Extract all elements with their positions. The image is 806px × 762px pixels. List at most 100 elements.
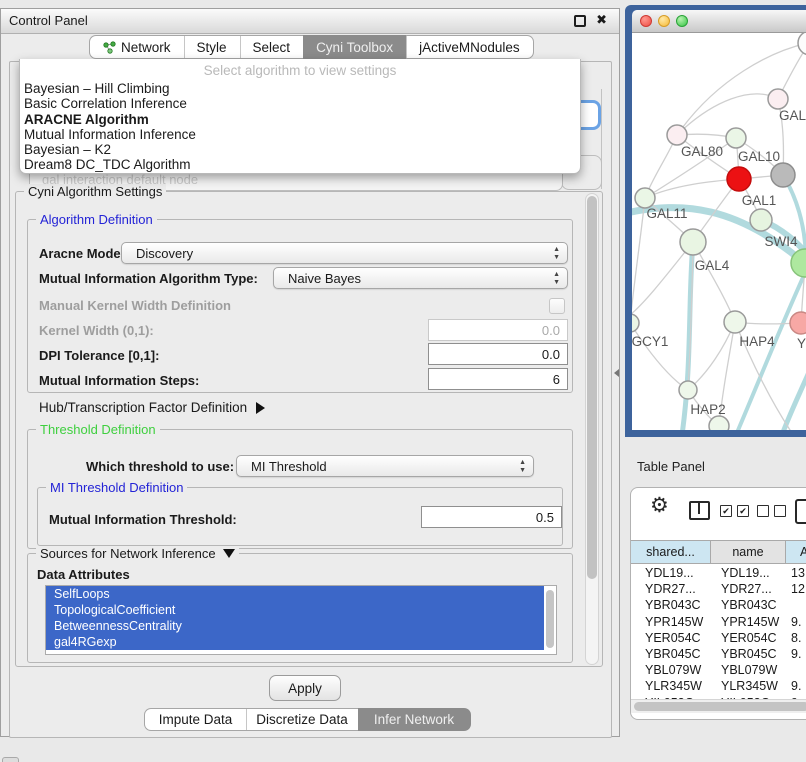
new-table-icon[interactable] <box>795 499 806 524</box>
dropdown-item[interactable]: ARACNE Algorithm <box>20 112 580 127</box>
table-cell <box>786 597 806 613</box>
network-node[interactable] <box>726 128 746 148</box>
tab-cyni-toolbox-label: Cyni Toolbox <box>316 40 393 55</box>
network-canvas[interactable]: GALGAL80GAL10GAL1GAL11SWI4GAL4GCY1HAP4YH… <box>632 33 806 430</box>
network-node[interactable] <box>632 314 639 332</box>
float-window-icon[interactable] <box>574 15 586 27</box>
dropdown-item[interactable]: Mutual Information Inference <box>20 127 580 142</box>
node-label: GAL11 <box>646 206 687 221</box>
network-window: GALGAL80GAL10GAL1GAL11SWI4GAL4GCY1HAP4YH… <box>625 5 806 437</box>
table-cell: 9. <box>786 678 806 694</box>
table-row[interactable]: YPR145WYPR145W9. <box>631 614 806 630</box>
horizontal-scrollbar[interactable] <box>631 699 806 713</box>
scrollbar-thumb[interactable] <box>634 702 806 711</box>
dropdown-item[interactable]: Bayesian – K2 <box>20 142 580 157</box>
select-all-columns-icon[interactable]: ✔ ✔ <box>720 505 749 517</box>
aracne-mode-label: Aracne Mode: <box>39 246 125 261</box>
mi-threshold-value: 0.5 <box>536 510 554 525</box>
panel-title: Control Panel <box>9 13 88 28</box>
mi-steps-value: 6 <box>553 372 560 387</box>
close-icon[interactable]: ✖ <box>596 12 607 28</box>
kernel-width-field[interactable]: 0.0 <box>428 319 568 341</box>
table-cell: YBR043C <box>711 597 786 613</box>
table-cell: 9. <box>786 614 806 630</box>
manual-kernel-checkbox[interactable] <box>549 298 565 314</box>
network-node[interactable] <box>768 89 788 109</box>
close-window-icon[interactable] <box>640 15 652 27</box>
table-row[interactable]: YBR043CYBR043C <box>631 597 806 613</box>
table-cell: YDR27... <box>711 581 786 597</box>
network-node[interactable] <box>798 33 806 55</box>
column-header-name[interactable]: name <box>711 541 786 563</box>
deselect-all-columns-icon[interactable] <box>757 505 786 517</box>
which-threshold-combo[interactable]: MI Threshold ▲▼ <box>236 455 534 477</box>
apply-button[interactable]: Apply <box>269 675 341 701</box>
column-header-shared-name[interactable]: shared... <box>631 541 711 563</box>
network-node[interactable] <box>790 312 806 334</box>
network-node[interactable] <box>771 163 795 187</box>
attribute-item[interactable]: gal4RGexp <box>46 634 544 650</box>
tab-style[interactable]: Style <box>184 35 240 59</box>
table-row[interactable]: YBR045CYBR045C9. <box>631 646 806 662</box>
network-node[interactable] <box>709 416 729 430</box>
network-window-titlebar[interactable] <box>632 10 806 33</box>
table-row[interactable]: YDR27...YDR27...12 <box>631 581 806 597</box>
table-cell: YER054C <box>631 630 711 646</box>
dropdown-item[interactable]: Dream8 DC_TDC Algorithm <box>20 157 580 172</box>
aracne-mode-combo[interactable]: Discovery ▲▼ <box>121 242 568 264</box>
tab-jactivemnodules[interactable]: jActiveMNodules <box>406 35 534 59</box>
data-attributes-list[interactable]: SelfLoopsTopologicalCoefficientBetweenne… <box>45 585 557 655</box>
mi-threshold-title-text: MI Threshold Definition <box>50 480 183 495</box>
control-panel-titlebar: Control Panel ✖ <box>1 9 619 34</box>
zoom-window-icon[interactable] <box>676 15 688 27</box>
scrollbar-thumb[interactable] <box>587 196 597 579</box>
dropdown-item[interactable]: Basic Correlation Inference <box>20 96 580 111</box>
network-node[interactable] <box>750 209 772 231</box>
gear-icon[interactable]: ⚙ <box>650 493 669 518</box>
hub-definition-toggle[interactable]: Hub/Transcription Factor Definition <box>39 400 265 415</box>
tab-infer-network[interactable]: Infer Network <box>358 708 471 731</box>
mi-type-combo[interactable]: Naive Bayes ▲▼ <box>273 267 568 289</box>
table-panel-title: Table Panel <box>637 459 705 474</box>
network-node[interactable] <box>680 229 706 255</box>
split-columns-icon[interactable] <box>689 501 710 520</box>
list-scrollbar-thumb[interactable] <box>546 590 554 648</box>
column-header-partial[interactable]: A <box>786 541 806 563</box>
tab-cyni-toolbox[interactable]: Cyni Toolbox <box>303 35 406 59</box>
stepper-arrows-icon: ▲▼ <box>519 459 526 475</box>
network-node[interactable] <box>635 188 655 208</box>
tab-select[interactable]: Select <box>240 35 304 59</box>
attribute-item[interactable]: SelfLoops <box>46 586 544 602</box>
network-node[interactable] <box>727 167 751 191</box>
table-cell: YLR345W <box>631 678 711 694</box>
tab-impute-data[interactable]: Impute Data <box>144 708 246 731</box>
table-row[interactable]: YDL19...YDL19...13 <box>631 565 806 581</box>
dpi-tolerance-field[interactable]: 0.0 <box>428 343 568 365</box>
screen: Control Panel ✖ Network Style Select <box>0 0 806 762</box>
dropdown-item[interactable]: Bayesian – Hill Climbing <box>20 81 580 96</box>
expanded-arrow-icon[interactable] <box>223 549 235 558</box>
settings-vertical-scrollbar[interactable] <box>585 193 599 665</box>
attribute-item[interactable]: TopologicalCoefficient <box>46 602 544 618</box>
network-node[interactable] <box>667 125 687 145</box>
divider-collapse-arrow[interactable] <box>614 369 619 377</box>
algorithm-definition-title: Algorithm Definition <box>36 212 157 227</box>
network-node[interactable] <box>679 381 697 399</box>
algorithm-definition-title-text: Algorithm Definition <box>40 212 153 227</box>
attribute-item[interactable]: BetweennessCentrality <box>46 618 544 634</box>
table-row[interactable]: YLR345WYLR345W9. <box>631 678 806 694</box>
node-label: GAL1 <box>742 193 777 208</box>
mi-threshold-field[interactable]: 0.5 <box>421 506 562 528</box>
node-label: SWI4 <box>764 234 797 249</box>
hub-definition-label: Hub/Transcription Factor Definition <box>39 400 247 415</box>
tab-discretize-data[interactable]: Discretize Data <box>246 708 358 731</box>
bottom-left-partial-icon[interactable] <box>2 757 19 762</box>
mi-steps-field[interactable]: 6 <box>428 368 568 390</box>
checked-box-icon: ✔ <box>720 505 732 517</box>
apply-button-label: Apply <box>288 681 322 696</box>
tab-network[interactable]: Network <box>89 35 184 59</box>
network-node[interactable] <box>724 311 746 333</box>
minimize-window-icon[interactable] <box>658 15 670 27</box>
table-row[interactable]: YER054CYER054C8. <box>631 630 806 646</box>
table-row[interactable]: YBL079WYBL079W <box>631 662 806 678</box>
